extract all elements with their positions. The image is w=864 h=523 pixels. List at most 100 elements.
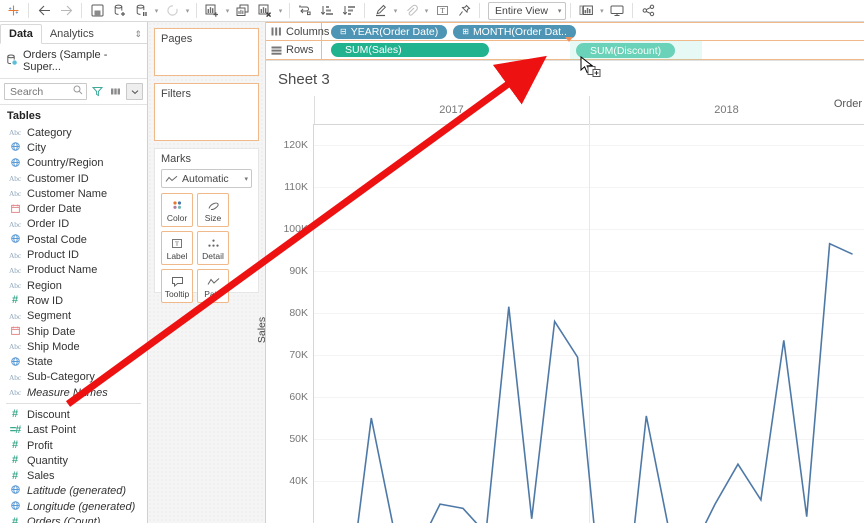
field-item[interactable]: # Row ID xyxy=(0,293,147,308)
chart-clear-icon[interactable] xyxy=(254,1,276,21)
show-me-caret-icon[interactable]: ▾ xyxy=(597,1,606,21)
mark-type-select[interactable]: Automatic ▾ xyxy=(161,169,252,188)
chart-plus-icon[interactable] xyxy=(201,1,223,21)
sort-asc-icon[interactable] xyxy=(316,1,338,21)
resize-grip-icon[interactable]: ⇕ xyxy=(129,26,147,43)
database-pause-icon[interactable] xyxy=(130,1,152,21)
labels-caret-icon[interactable]: ▾ xyxy=(422,1,431,21)
refresh-caret-icon[interactable]: ▾ xyxy=(183,1,192,21)
share-icon[interactable] xyxy=(637,1,659,21)
header-divider xyxy=(589,96,590,124)
rows-icon xyxy=(271,46,282,55)
field-item[interactable]: Abc Ship Mode xyxy=(0,339,147,354)
abc-icon: Abc xyxy=(9,311,21,321)
field-item[interactable]: Abc Category xyxy=(0,125,147,140)
header-divider xyxy=(314,96,315,124)
field-item[interactable]: Longitude (generated) xyxy=(0,499,147,514)
paperclip-icon[interactable] xyxy=(400,1,422,21)
size-shelf-button[interactable]: Size xyxy=(197,193,229,227)
filters-card[interactable]: Filters xyxy=(154,83,259,141)
field-item[interactable]: Ship Date xyxy=(0,324,147,339)
field-item[interactable]: Abc Measure Names xyxy=(0,385,147,400)
highlighter-icon[interactable] xyxy=(369,1,391,21)
database-plus-icon[interactable] xyxy=(108,1,130,21)
field-item[interactable]: Latitude (generated) xyxy=(0,484,147,499)
field-item[interactable]: City xyxy=(0,140,147,155)
field-item[interactable]: # Orders (Count) xyxy=(0,514,147,523)
abc-icon: Abc xyxy=(9,265,21,275)
path-shelf-button[interactable]: Path xyxy=(197,269,229,303)
tab-data[interactable]: Data xyxy=(0,24,42,44)
field-item[interactable]: # Quantity xyxy=(0,453,147,468)
presentation-icon[interactable] xyxy=(606,1,628,21)
label-shelf-button[interactable]: T Label xyxy=(161,231,193,265)
pushpin-icon[interactable] xyxy=(453,1,475,21)
detail-shelf-button[interactable]: Detail xyxy=(197,231,229,265)
field-item[interactable]: Country/Region xyxy=(0,156,147,171)
pill-month-order-date[interactable]: ⊞ MONTH(Order Dat.. xyxy=(453,24,576,39)
search-input[interactable] xyxy=(8,84,73,99)
field-item[interactable]: State xyxy=(0,354,147,369)
tooltip-shelf-button[interactable]: Tooltip xyxy=(161,269,193,303)
highlight-caret-icon[interactable]: ▾ xyxy=(391,1,400,21)
field-item[interactable]: # Profit xyxy=(0,438,147,453)
new-sheet-caret-icon[interactable]: ▾ xyxy=(223,1,232,21)
color-shelf-button[interactable]: Color xyxy=(161,193,193,227)
duplicate-sheet-icon[interactable] xyxy=(232,1,254,21)
y-axis[interactable]: Sales 40K 50K 60K 70K 80K 90K 100K 110K 120K xyxy=(256,124,314,523)
expand-hierarchy-icon[interactable]: ⊞ xyxy=(462,27,469,36)
toolbar-divider xyxy=(289,3,290,18)
fit-select[interactable]: Entire View ▾ xyxy=(488,1,567,20)
funnel-icon[interactable] xyxy=(90,84,105,99)
back-button[interactable] xyxy=(33,1,55,21)
y-axis-tick-label: 40K xyxy=(289,475,308,487)
search-box[interactable] xyxy=(4,83,87,100)
column-header[interactable]: 2018 xyxy=(589,96,864,124)
field-item[interactable]: # Sales xyxy=(0,469,147,484)
main-body: Data Analytics ⇕ Orders (Sample - Super.… xyxy=(0,22,864,523)
field-item[interactable]: # Discount xyxy=(0,407,147,422)
chart-area[interactable]: Order 2017 2018 Sales 40K 50K 60K 70K 80K 90K 1… xyxy=(256,96,864,523)
collapse-hierarchy-icon[interactable]: ⊟ xyxy=(340,27,347,36)
size-shelf-label: Size xyxy=(204,212,222,223)
y-axis-tick-label: 100K xyxy=(283,223,308,235)
field-item[interactable]: Abc Order ID xyxy=(0,217,147,232)
plot-region[interactable] xyxy=(314,124,864,523)
pill-year-order-date[interactable]: ⊟ YEAR(Order Date) xyxy=(331,24,448,39)
field-item[interactable]: Abc Segment xyxy=(0,309,147,324)
field-item[interactable]: Abc Sub-Category xyxy=(0,370,147,385)
refresh-circle-icon[interactable] xyxy=(161,1,183,21)
number-icon: # xyxy=(11,294,19,307)
field-item[interactable]: Postal Code xyxy=(0,232,147,247)
tables-group-header: Tables xyxy=(7,110,42,122)
forward-button[interactable] xyxy=(55,1,77,21)
field-item[interactable]: Abc Product ID xyxy=(0,247,147,262)
tableau-logo-icon[interactable] xyxy=(2,1,24,21)
field-item[interactable]: Abc Customer Name xyxy=(0,186,147,201)
series-line-sum-sales[interactable] xyxy=(314,124,864,523)
chevron-down-icon[interactable] xyxy=(126,83,143,100)
save-icon[interactable] xyxy=(86,1,108,21)
swap-icon[interactable] xyxy=(294,1,316,21)
show-me-icon[interactable] xyxy=(575,1,597,21)
tableau-desktop-window: ▾ ▾ ▾ ▾ ▾ ▾ T Entire View ▾ ▾ Data Analy… xyxy=(0,0,864,523)
pause-updates-caret-icon[interactable]: ▾ xyxy=(152,1,161,21)
clear-caret-icon[interactable]: ▾ xyxy=(276,1,285,21)
field-item[interactable]: Abc Region xyxy=(0,278,147,293)
abc-icon: Abc xyxy=(9,388,21,398)
rows-shelf[interactable]: Rows SUM(Sales) SUM(Discount) xyxy=(266,37,864,60)
field-item[interactable]: Abc Product Name xyxy=(0,263,147,278)
marks-card-title: Marks xyxy=(161,153,191,165)
pages-card[interactable]: Pages xyxy=(154,28,259,76)
pill-sum-sales[interactable]: SUM(Sales) xyxy=(331,43,489,57)
grid-icon[interactable] xyxy=(108,84,123,99)
columns-shelf-content[interactable]: ⊟ YEAR(Order Date) ⊞ MONTH(Order Dat.. xyxy=(322,23,864,40)
tab-analytics[interactable]: Analytics xyxy=(42,25,102,43)
sort-desc-icon[interactable] xyxy=(338,1,360,21)
field-item[interactable]: Order Date xyxy=(0,201,147,216)
data-source-item[interactable]: Orders (Sample - Super... xyxy=(0,44,147,79)
text-label-icon[interactable]: T xyxy=(431,1,453,21)
field-item[interactable]: =# Last Point xyxy=(0,423,147,438)
column-header[interactable]: 2017 xyxy=(314,96,589,124)
field-item[interactable]: Abc Customer ID xyxy=(0,171,147,186)
